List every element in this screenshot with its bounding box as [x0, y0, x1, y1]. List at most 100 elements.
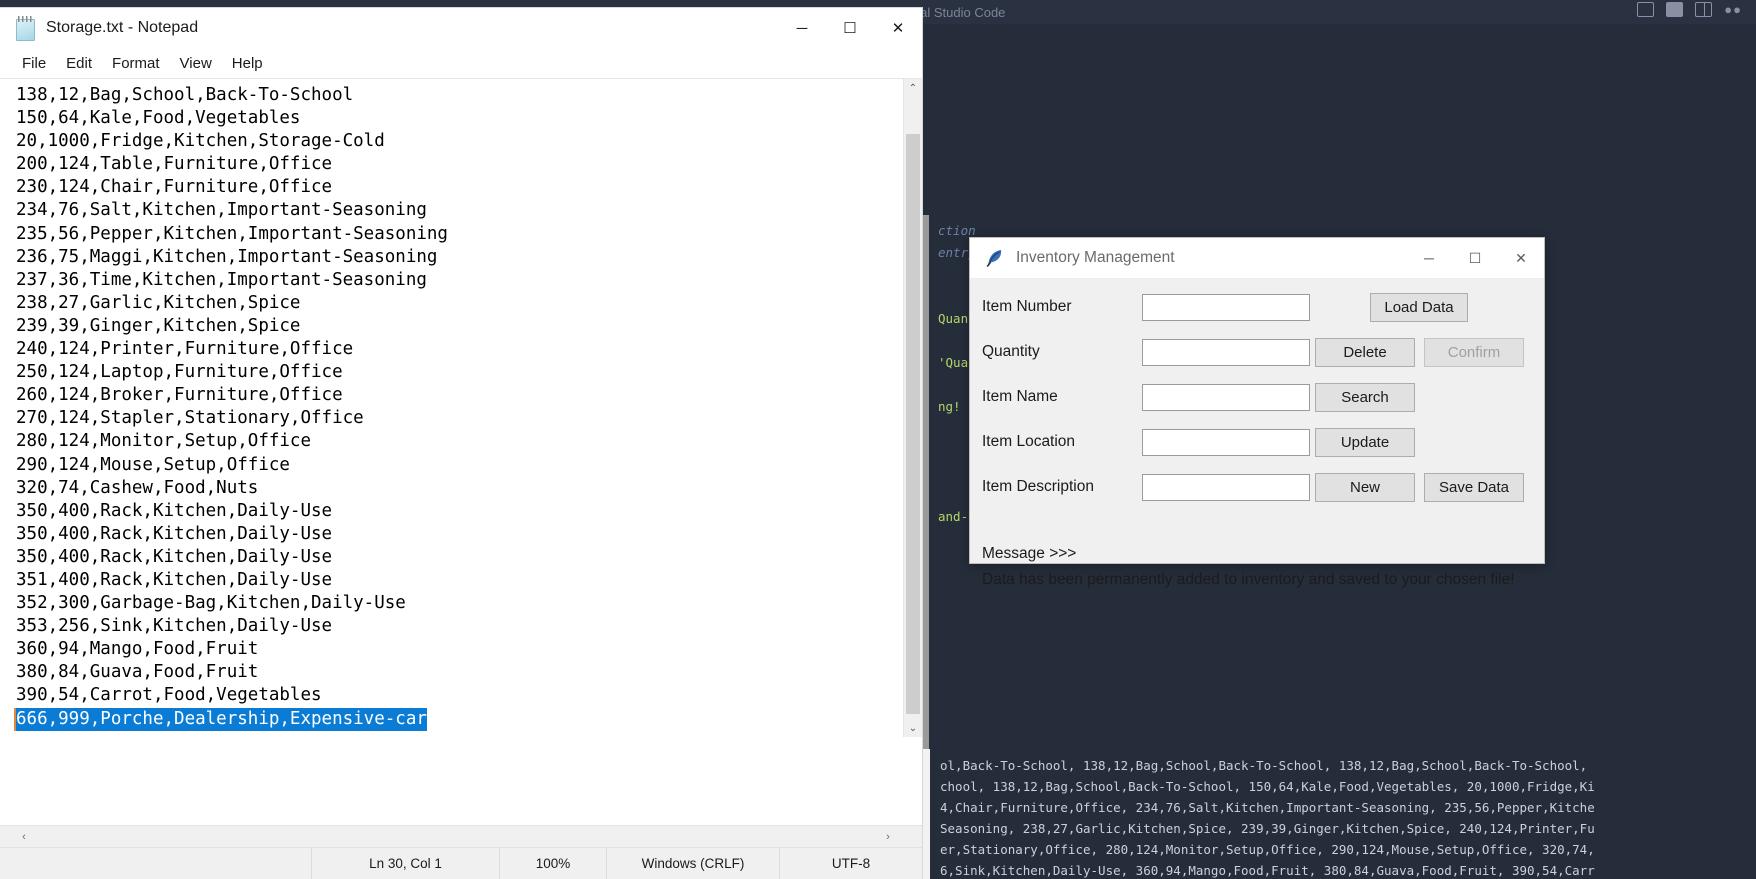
notepad-line: 238,27,Garlic,Kitchen,Spice — [16, 292, 301, 313]
notepad-line: 320,74,Cashew,Food,Nuts — [16, 477, 259, 498]
label-quantity: Quantity — [982, 343, 1040, 360]
scroll-right-icon[interactable]: › — [878, 826, 898, 848]
notepad-line: 236,75,Maggi,Kitchen,Important-Seasoning — [16, 246, 438, 267]
scroll-down-icon[interactable]: ⌄ — [904, 719, 922, 737]
quantity-input[interactable] — [1142, 338, 1310, 366]
notepad-line: 290,124,Mouse,Setup,Office — [16, 454, 290, 475]
notepad-menubar[interactable]: File Edit Format View Help — [0, 48, 922, 79]
notepad-line: 239,39,Ginger,Kitchen,Spice — [16, 315, 301, 336]
dialog-maximize-button[interactable]: ☐ — [1452, 238, 1498, 278]
dialog-minimize-button[interactable]: ─ — [1406, 238, 1452, 278]
terminal-line: 6,Sink,Kitchen,Daily-Use, 360,94,Mango,F… — [940, 863, 1595, 878]
maximize-button[interactable]: ☐ — [826, 8, 874, 48]
scroll-left-icon[interactable]: ‹ — [14, 826, 34, 848]
field-row-item-name: Item Name Search — [970, 382, 1544, 412]
notepad-line: 237,36,Time,Kitchen,Important-Seasoning — [16, 269, 427, 290]
statusbar-zoom-level: 100% — [499, 848, 606, 879]
field-row-item-location: Item Location Update — [970, 427, 1544, 457]
item-description-input[interactable] — [1142, 473, 1310, 501]
panel-left-icon[interactable] — [1637, 2, 1655, 17]
notepad-line: 235,56,Pepper,Kitchen,Important-Seasonin… — [16, 223, 448, 244]
notepad-line: 250,124,Laptop,Furniture,Office — [16, 362, 343, 383]
terminal-line: 4,Chair,Furniture,Office, 234,76,Salt,Ki… — [940, 800, 1595, 815]
feather-icon — [984, 247, 1006, 269]
notepad-line: 350,400,Rack,Kitchen,Daily-Use — [16, 523, 333, 544]
notepad-title: Storage.txt - Notepad — [46, 19, 199, 36]
item-name-input[interactable] — [1142, 383, 1310, 411]
label-item-location: Item Location — [982, 433, 1076, 450]
statusbar-encoding: UTF-8 — [779, 848, 922, 879]
notepad-line: 380,84,Guava,Food,Fruit — [16, 662, 259, 683]
notepad-selected-line[interactable]: 666,999,Porche,Dealership,Expensive-car — [16, 707, 427, 731]
label-item-description: Item Description — [982, 478, 1094, 495]
dialog-close-button[interactable]: ✕ — [1498, 238, 1544, 278]
notepad-line: 352,300,Garbage-Bag,Kitchen,Daily-Use — [16, 593, 406, 614]
statusbar-line-ending: Windows (CRLF) — [606, 848, 779, 879]
notepad-menu-file[interactable]: File — [12, 53, 56, 74]
message-label: Message >>> — [982, 545, 1077, 562]
notepad-titlebar[interactable]: Storage.txt - Notepad ─ ☐ ✕ — [0, 8, 922, 48]
terminal-line: er,Stationary,Office, 280,124,Monitor,Se… — [940, 842, 1595, 857]
vscode-terminal[interactable]: ol,Back-To-School, 138,12,Bag,School,Bac… — [930, 749, 1756, 879]
scrollbar-thumb[interactable] — [906, 134, 920, 714]
notepad-line: 234,76,Salt,Kitchen,Important-Seasoning — [16, 200, 427, 221]
notepad-menu-edit[interactable]: Edit — [56, 53, 102, 74]
load-data-button[interactable]: Load Data — [1370, 292, 1468, 322]
panel-bottom-icon[interactable] — [1666, 2, 1684, 17]
save-data-button[interactable]: Save Data — [1424, 472, 1524, 502]
delete-button[interactable]: Delete — [1315, 337, 1415, 367]
notepad-horizontal-scrollbar[interactable]: ‹ › — [0, 825, 922, 848]
editor-line: ction — [938, 223, 976, 238]
terminal-line: Seasoning, 238,27,Garlic,Kitchen,Spice, … — [940, 821, 1595, 836]
notepad-window-controls[interactable]: ─ ☐ ✕ — [778, 8, 922, 48]
statusbar-cursor-position: Ln 30, Col 1 — [311, 848, 499, 879]
scroll-up-icon[interactable]: ⌃ — [904, 79, 922, 97]
new-button[interactable]: New — [1315, 472, 1415, 502]
search-button[interactable]: Search — [1315, 382, 1415, 412]
minimize-button[interactable]: ─ — [778, 8, 826, 48]
notepad-text-area[interactable]: 138,12,Bag,School,Back-To-School 150,64,K… — [0, 79, 922, 737]
notepad-line: 280,124,Monitor,Setup,Office — [16, 431, 312, 452]
notepad-line: 230,124,Chair,Furniture,Office — [16, 177, 333, 198]
notepad-line: 138,12,Bag,School,Back-To-School — [16, 85, 354, 105]
customize-layout-icon[interactable]: ●● — [1724, 2, 1742, 17]
notepad-line: 350,400,Rack,Kitchen,Daily-Use — [16, 500, 333, 521]
notepad-line: 200,124,Table,Furniture,Office — [16, 154, 333, 175]
inventory-management-dialog[interactable]: Inventory Management ─ ☐ ✕ Item Number L… — [970, 238, 1544, 588]
item-location-input[interactable] — [1142, 428, 1310, 456]
notepad-menu-view[interactable]: View — [170, 53, 222, 74]
close-button[interactable]: ✕ — [874, 8, 922, 48]
vscode-layout-controls[interactable]: ●● — [1637, 2, 1742, 17]
label-item-number: Item Number — [982, 298, 1072, 315]
dialog-window-controls[interactable]: ─ ☐ ✕ — [1406, 238, 1544, 278]
dialog-titlebar[interactable]: Inventory Management ─ ☐ ✕ — [970, 238, 1544, 279]
notepad-vertical-scrollbar[interactable]: ⌃ ⌄ — [903, 79, 922, 737]
update-button[interactable]: Update — [1315, 427, 1415, 457]
field-row-item-number: Item Number Load Data — [970, 292, 1544, 322]
notepad-line: 150,64,Kale,Food,Vegetables — [16, 108, 301, 129]
confirm-button[interactable]: Confirm — [1424, 337, 1524, 367]
notepad-line: 390,54,Carrot,Food,Vegetables — [16, 685, 322, 706]
dialog-body: Item Number Load Data Quantity Delete Co… — [970, 279, 1544, 588]
notepad-menu-format[interactable]: Format — [102, 53, 170, 74]
field-row-item-description: Item Description New Save Data — [970, 472, 1544, 502]
notepad-statusbar: Ln 30, Col 1 100% Windows (CRLF) UTF-8 — [0, 847, 922, 879]
notepad-icon — [14, 16, 36, 41]
terminal-line: chool, 138,12,Bag,School,Back-To-School,… — [940, 779, 1595, 794]
notepad-line: 240,124,Printer,Furniture,Office — [16, 339, 354, 360]
notepad-line: 350,400,Rack,Kitchen,Daily-Use — [16, 546, 333, 567]
notepad-line: 353,256,Sink,Kitchen,Daily-Use — [16, 616, 333, 637]
notepad-text-content[interactable]: 138,12,Bag,School,Back-To-School 150,64,K… — [0, 79, 922, 731]
notepad-line: 260,124,Broker,Furniture,Office — [16, 385, 343, 406]
notepad-line: 351,400,Rack,Kitchen,Daily-Use — [16, 569, 333, 590]
label-item-name: Item Name — [982, 388, 1058, 405]
item-number-input[interactable] — [1142, 293, 1310, 321]
notepad-line: 270,124,Stapler,Stationary,Office — [16, 408, 364, 429]
field-row-quantity: Quantity Delete Confirm — [970, 337, 1544, 367]
notepad-line: 360,94,Mango,Food,Fruit — [16, 639, 259, 660]
panel-right-icon[interactable] — [1695, 2, 1713, 17]
message-text: Data has been permanently added to inven… — [982, 571, 1515, 588]
notepad-menu-help[interactable]: Help — [222, 53, 273, 74]
notepad-line: 20,1000,Fridge,Kitchen,Storage-Cold — [16, 131, 385, 152]
notepad-window[interactable]: Storage.txt - Notepad ─ ☐ ✕ File Edit Fo… — [0, 8, 922, 879]
